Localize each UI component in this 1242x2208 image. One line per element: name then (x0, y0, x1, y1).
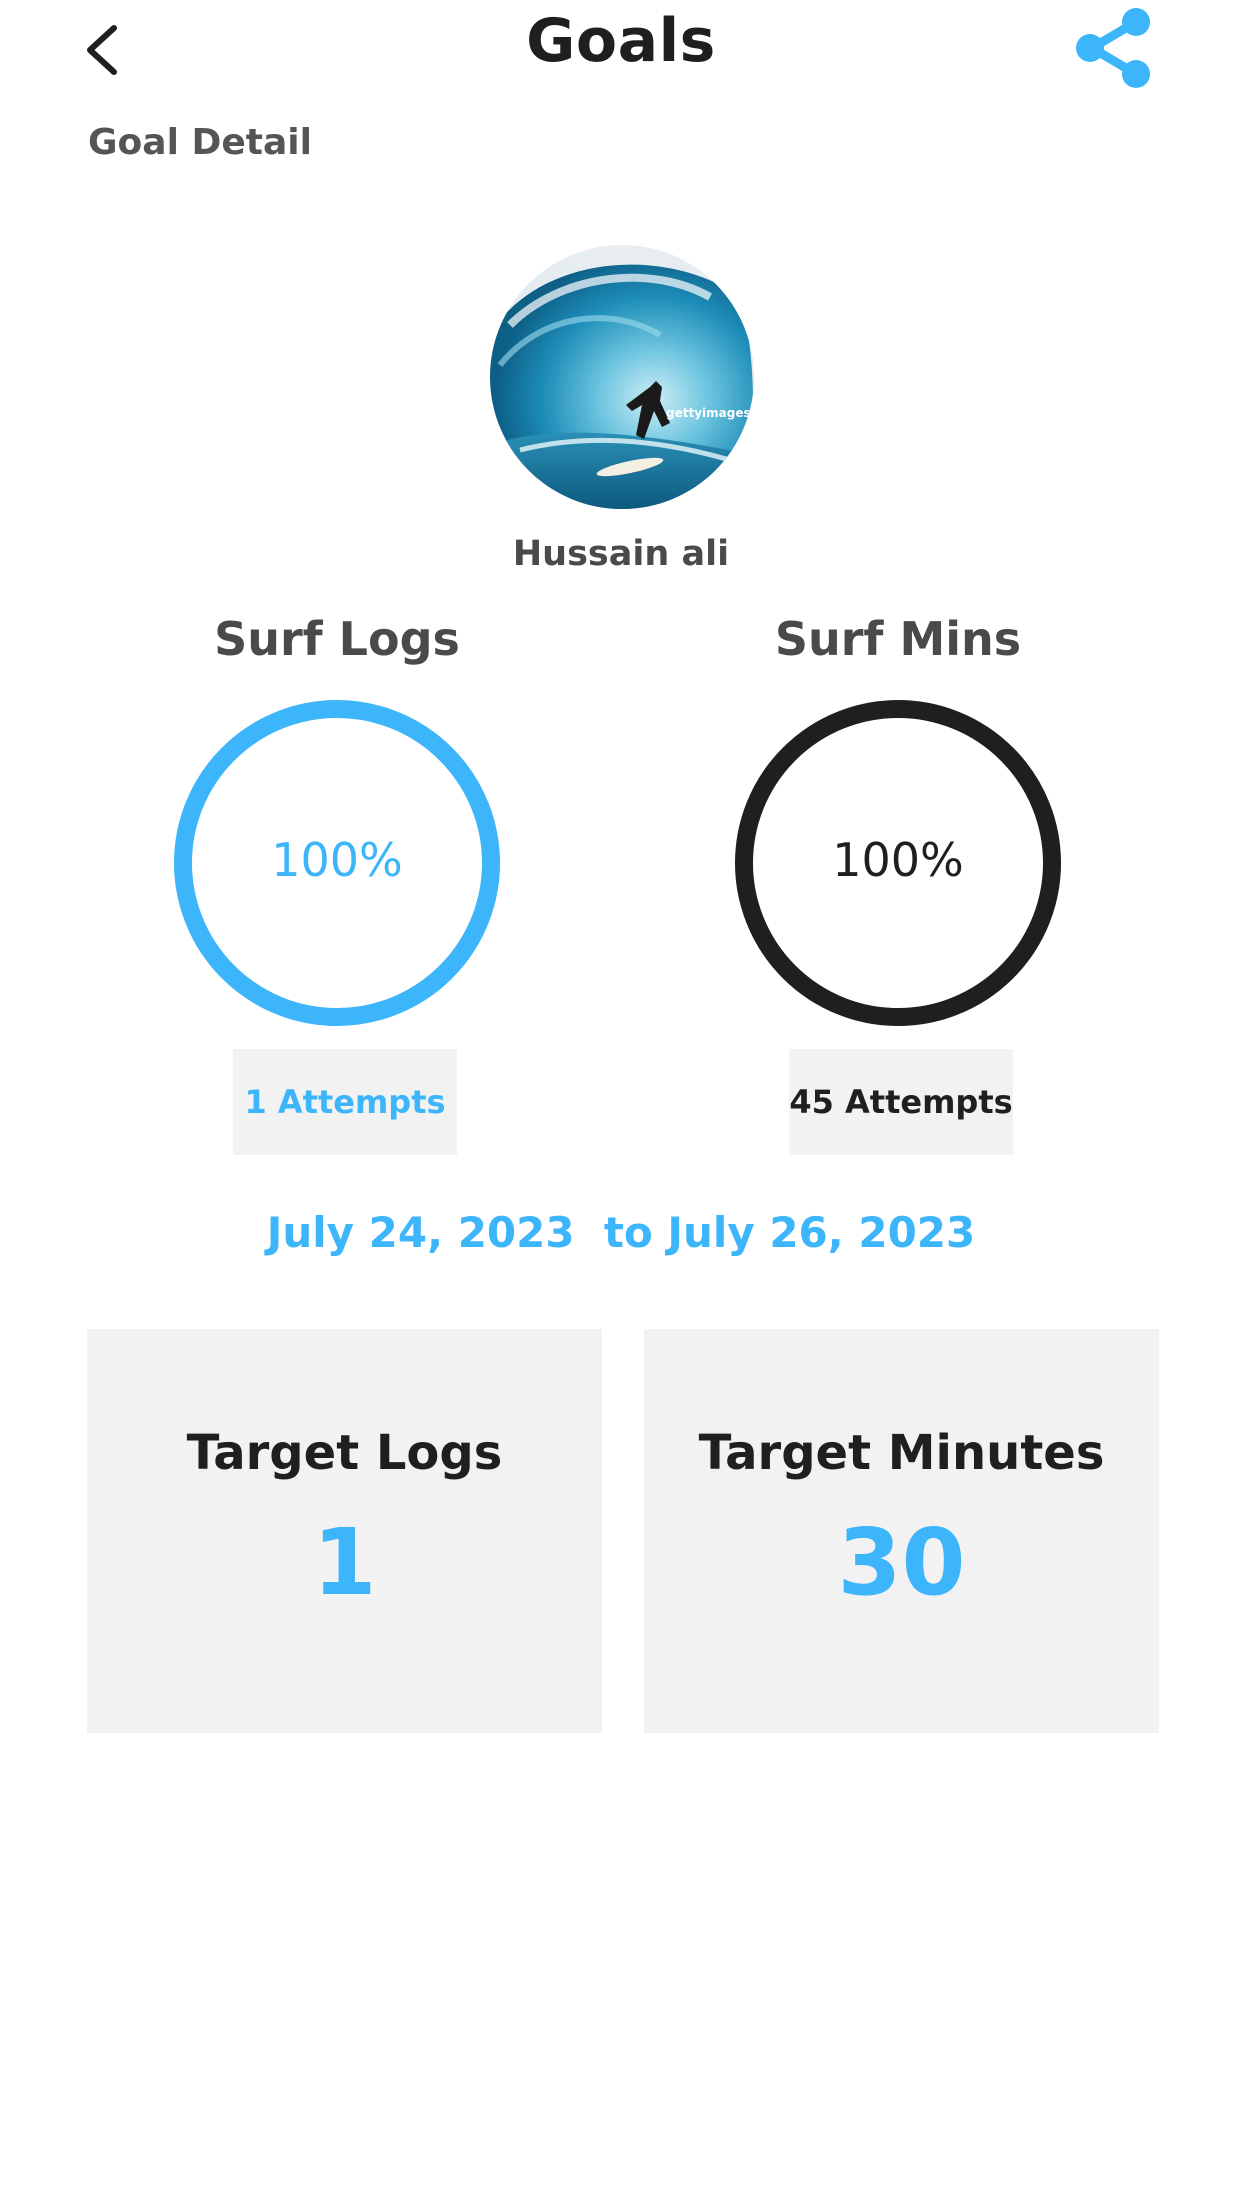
user-name: Hussain ali (512, 534, 730, 574)
percent-label-surf-mins: 100% (832, 833, 964, 887)
date-range: July 24, 2023 to July 26, 2023 (266, 1208, 976, 1257)
watermark-text: gettyimages (666, 406, 751, 420)
attempts-badge-surf-mins: 45 Attempts (789, 1049, 1013, 1155)
target-minutes-value: 30 (837, 1509, 966, 1616)
avatar: gettyimages (490, 245, 754, 509)
share-button[interactable] (1064, 4, 1160, 94)
surf-photo: gettyimages (490, 245, 754, 509)
target-minutes-label: Target Minutes (698, 1425, 1105, 1481)
percent-label-surf-logs: 100% (271, 833, 403, 887)
page-title: Goals (526, 6, 716, 76)
target-logs-label: Target Logs (186, 1425, 503, 1481)
metric-title-surf-logs: Surf Logs (214, 612, 460, 666)
target-logs-value: 1 (312, 1509, 377, 1616)
target-logs-card: Target Logs 1 (87, 1329, 602, 1733)
section-subtitle: Goal Detail (88, 122, 312, 163)
metric-title-surf-mins: Surf Mins (774, 612, 1022, 666)
share-icon (1076, 8, 1150, 88)
attempts-badge-surf-logs: 1 Attempts (233, 1049, 457, 1155)
target-minutes-card: Target Minutes 30 (644, 1329, 1159, 1733)
